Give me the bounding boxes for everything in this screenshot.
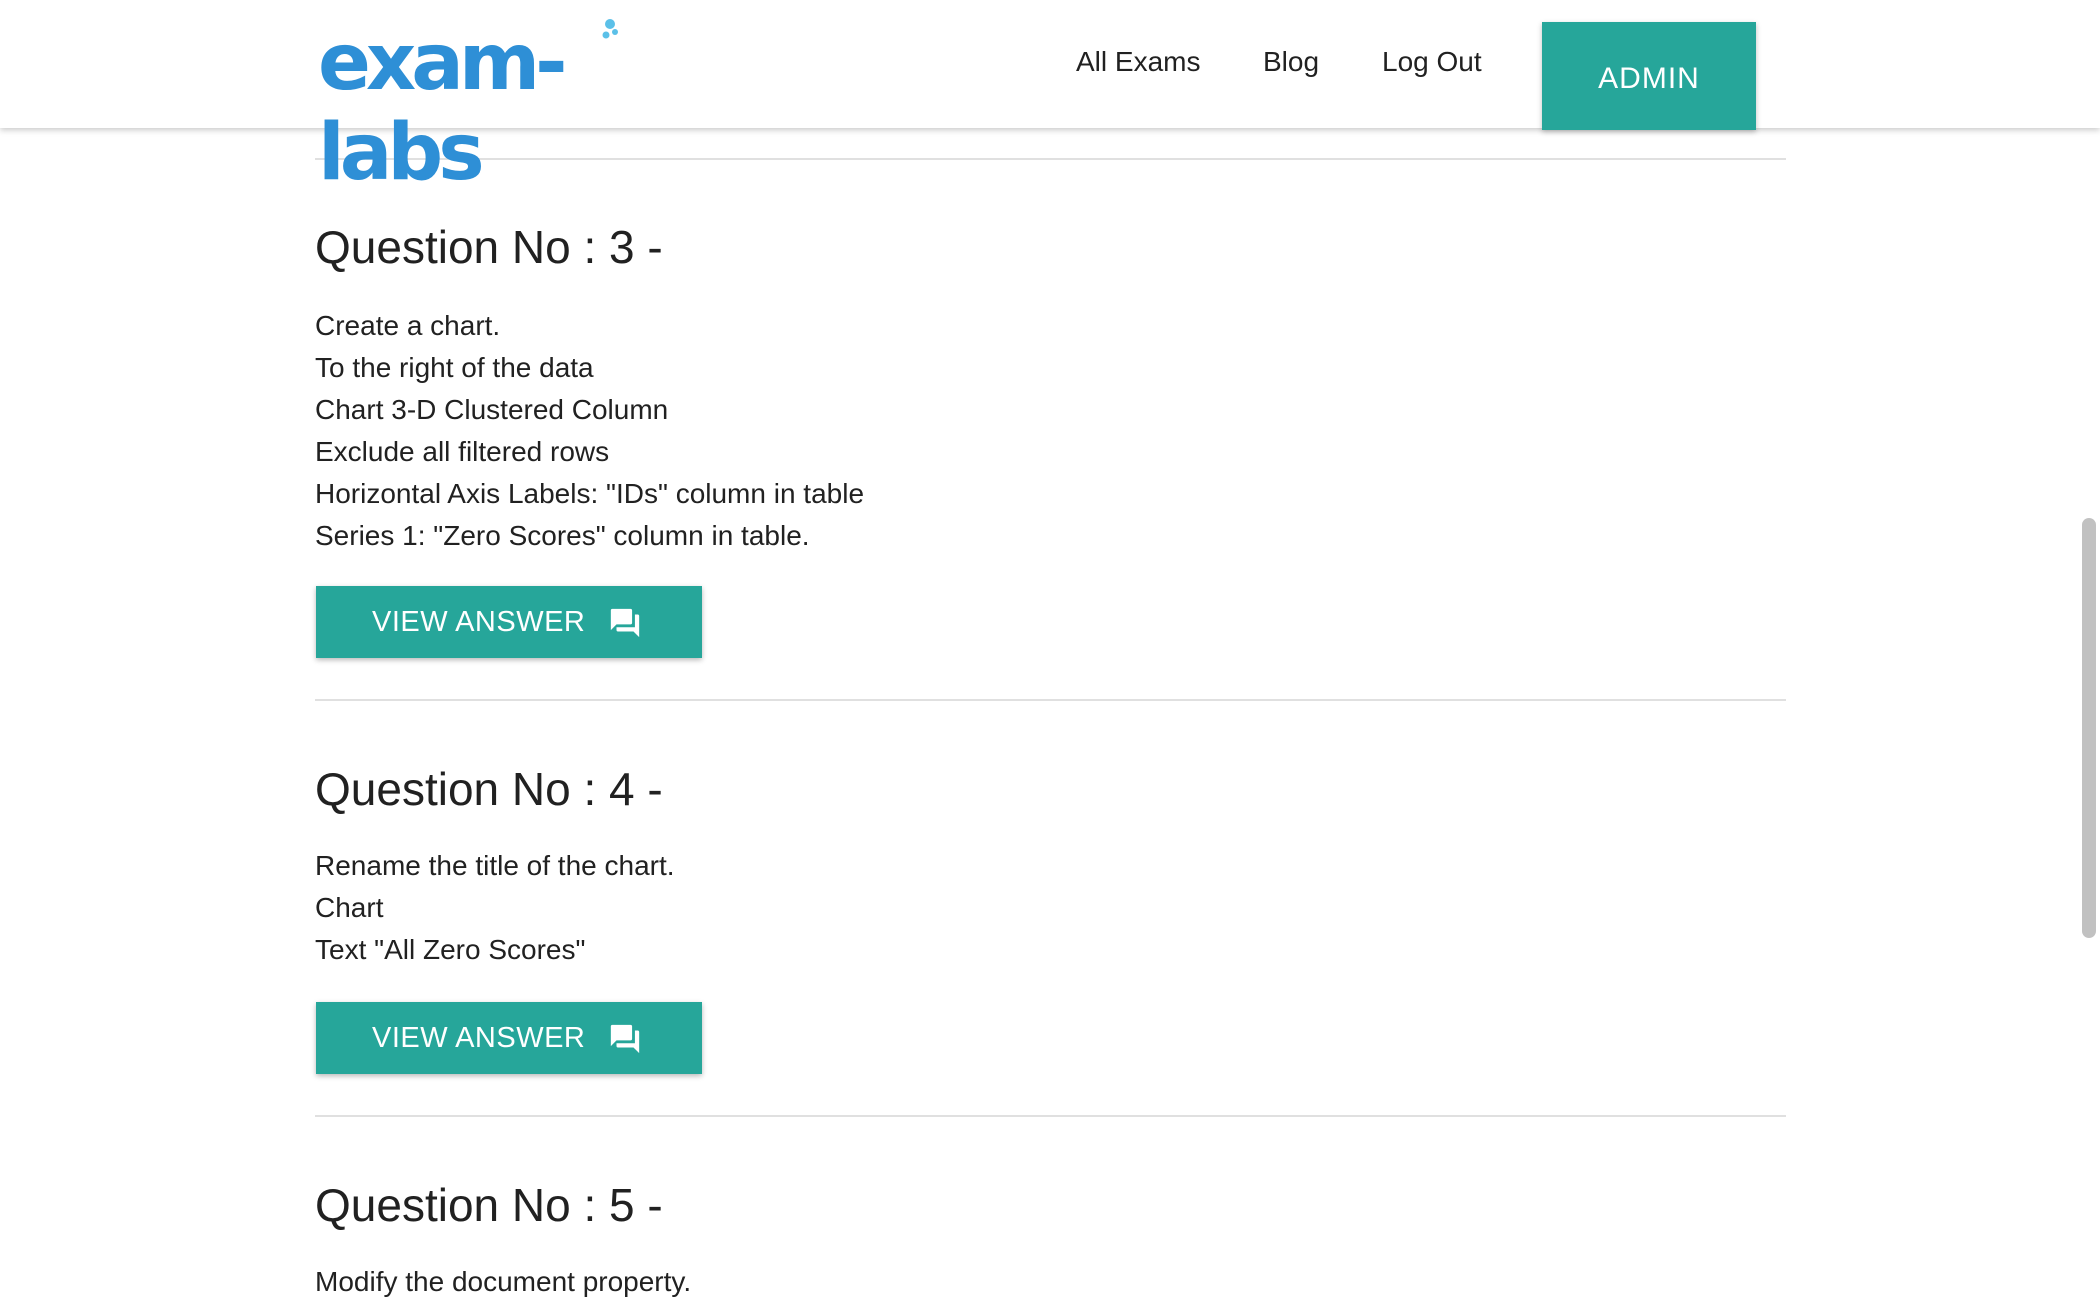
nav-all-exams[interactable]: All Exams	[1076, 0, 1200, 128]
forum-icon	[610, 608, 640, 638]
question-title: Question No : 5 -	[315, 1179, 663, 1231]
question-title: Question No : 3 -	[315, 221, 663, 273]
question-line: Horizontal Axis Labels: "IDs" column in …	[315, 478, 865, 509]
question-line: Modify the document property.	[315, 1266, 692, 1297]
nav-log-out[interactable]: Log Out	[1382, 0, 1482, 128]
question-line: Chart 3-D Clustered Column	[315, 394, 669, 425]
section-divider	[315, 699, 1786, 701]
forum-icon	[610, 1024, 640, 1054]
question-body: Create a chart. To the right of the data…	[315, 305, 864, 557]
question-line: Text "All Zero Scores"	[315, 934, 586, 965]
scrollbar-thumb[interactable]	[2082, 518, 2096, 938]
view-answer-label: VIEW ANSWER	[372, 1022, 586, 1054]
question-body: Rename the title of the chart. Chart Tex…	[315, 845, 675, 971]
view-answer-button[interactable]: VIEW ANSWER	[316, 1002, 702, 1074]
question-line: Exclude all filtered rows	[315, 436, 610, 467]
question-line: Chart	[315, 892, 384, 923]
admin-button-label: ADMIN	[1598, 62, 1700, 95]
page: exam-labs All Exams Blog Log Out ADMIN Q…	[0, 0, 2100, 1310]
logo-text: exam-labs	[318, 18, 567, 198]
view-answer-label: VIEW ANSWER	[372, 606, 586, 638]
question-line: To the right of the data	[315, 352, 594, 383]
admin-button[interactable]: ADMIN	[1542, 22, 1756, 130]
nav-blog[interactable]: Blog	[1263, 0, 1319, 128]
section-divider	[315, 158, 1786, 160]
question-line: Series 1: "Zero Scores" column in table.	[315, 520, 810, 551]
question-title: Question No : 4 -	[315, 763, 663, 815]
top-navbar: exam-labs All Exams Blog Log Out ADMIN	[0, 0, 2100, 198]
question-line: Rename the title of the chart.	[315, 850, 675, 881]
question-line: Create a chart.	[315, 310, 501, 341]
site-logo[interactable]: exam-labs	[318, 18, 688, 198]
question-body: Modify the document property.	[315, 1261, 691, 1303]
section-divider	[315, 1115, 1786, 1117]
view-answer-button[interactable]: VIEW ANSWER	[316, 586, 702, 658]
